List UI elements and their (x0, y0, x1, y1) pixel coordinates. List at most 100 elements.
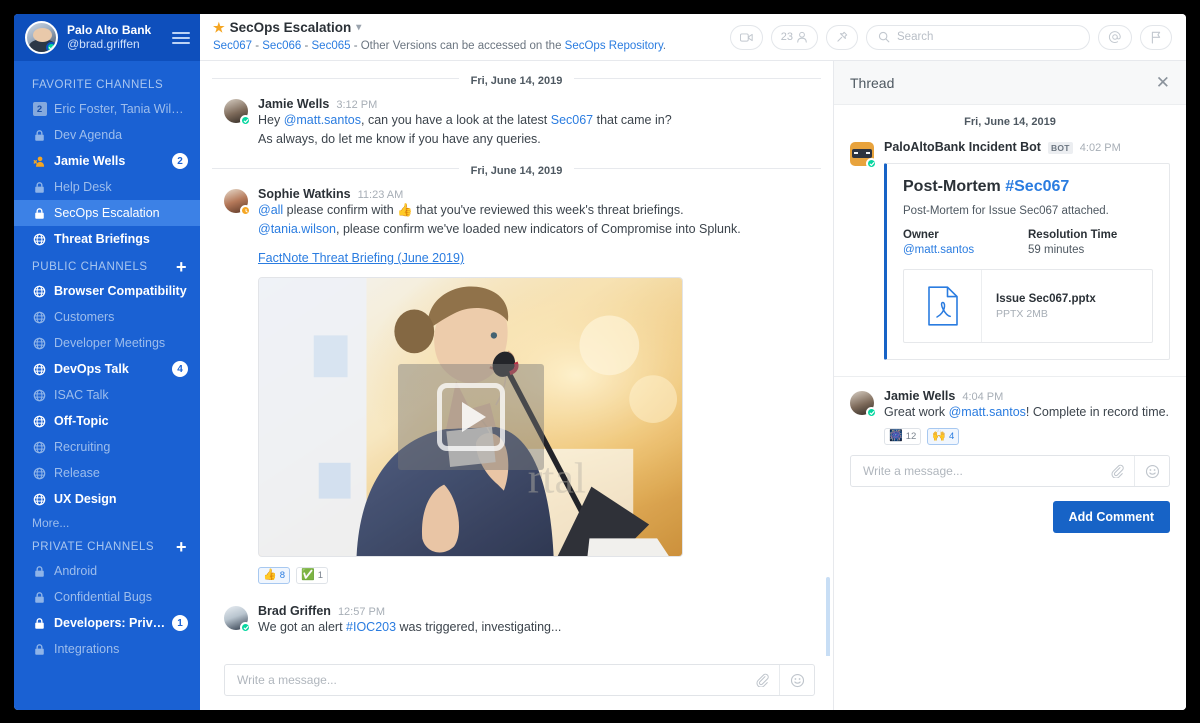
reaction-raised-hands[interactable]: 🙌 4 (927, 428, 960, 445)
reaction-thumbsup[interactable]: 👍 8 (258, 567, 290, 584)
smiley-icon (1145, 464, 1159, 478)
sidebar-item-off-topic[interactable]: Off-Topic (14, 408, 200, 434)
sidebar-item-android[interactable]: Android (14, 558, 200, 584)
sidebar-item-label: UX Design (54, 492, 117, 506)
sidebar-item-label: Threat Briefings (54, 232, 150, 246)
issue-link[interactable]: Sec067 (551, 113, 593, 127)
mention-link-tania[interactable]: @tania.wilson (258, 222, 336, 236)
check-mark-icon: ✅ (301, 569, 315, 581)
sidebar-item-browser-compatibility[interactable]: Browser Compatibility (14, 278, 200, 304)
member-count-button[interactable]: 23 (770, 24, 818, 50)
sidebar-item-integrations[interactable]: Integrations (14, 636, 200, 662)
flag-button[interactable] (1140, 24, 1172, 50)
chevron-down-icon[interactable]: ▾ (356, 22, 361, 35)
sidebar-item-dev-agenda[interactable]: Dev Agenda (14, 122, 200, 148)
lock-icon (35, 207, 44, 219)
play-icon (436, 383, 505, 451)
sidebar-item-secops-escalation[interactable]: SecOps Escalation (14, 200, 200, 226)
sidebar-item-developers-private[interactable]: Developers: Private 1 (14, 610, 200, 636)
sidebar-item-label: Recruiting (54, 440, 111, 454)
sidebar-item-ux-design[interactable]: UX Design (14, 486, 200, 512)
sidebar-item-help-desk[interactable]: Help Desk (14, 174, 200, 200)
mentions-button[interactable] (1098, 24, 1132, 50)
video-attachment[interactable]: rtal (258, 277, 683, 557)
pin-icon (837, 31, 848, 42)
breadcrumb-link-sec065[interactable]: Sec065 (312, 40, 351, 52)
ioc-link[interactable]: #IOC203 (346, 620, 396, 634)
message-text: Great work @matt.santos! Complete in rec… (884, 405, 1170, 419)
globe-icon (33, 467, 46, 479)
dm-count-badge: 2 (32, 102, 47, 116)
sidebar-item-devops-talk[interactable]: DevOps Talk 4 (14, 356, 200, 382)
thread-input-placeholder: Write a message... (863, 464, 963, 478)
sidebar-item-label: Release (54, 466, 100, 480)
file-attachment[interactable]: Issue Sec067.pptx PPTX 2MB (903, 269, 1153, 343)
online-status-icon (866, 407, 877, 418)
breadcrumb-link-sec066[interactable]: Sec066 (262, 40, 301, 52)
team-header[interactable]: Palo Alto Bank @brad.griffen (14, 14, 200, 61)
breadcrumb-link-sec067[interactable]: Sec067 (213, 40, 252, 52)
sidebar-item-eric-foster-tania-wilson[interactable]: 2 Eric Foster, Tania Wilson (14, 96, 200, 122)
date-separator: Fri, June 14, 2019 (200, 71, 833, 87)
reaction-fireworks[interactable]: 🎆 12 (884, 428, 922, 445)
globe-icon (32, 233, 47, 246)
attach-file-button[interactable] (745, 673, 779, 687)
add-comment-button[interactable]: Add Comment (1052, 501, 1170, 533)
message-author: Jamie Wells (258, 97, 330, 111)
breadcrumb-link-repository[interactable]: SecOps Repository (565, 40, 663, 52)
message-text-line2: As always, do let me know if you have an… (258, 132, 541, 146)
globe-icon (33, 311, 46, 323)
sidebar-item-label: Customers (54, 310, 115, 324)
sidebar-item-release[interactable]: Release (14, 460, 200, 486)
reaction-checkmark[interactable]: ✅ 1 (296, 567, 328, 584)
person-away-icon (33, 156, 45, 167)
lock-icon (32, 129, 47, 142)
thread-composer: Write a message... (834, 445, 1186, 487)
channel-header: ★ SecOps Escalation ▾ Sec067 - Sec066 - … (213, 20, 666, 54)
online-status-icon (240, 622, 251, 633)
attach-file-button[interactable] (1100, 464, 1134, 478)
close-icon[interactable]: ✕ (1156, 74, 1170, 91)
mention-link[interactable]: @matt.santos (949, 405, 1026, 419)
pin-button[interactable] (826, 24, 858, 50)
sidebar-item-jamie-wells[interactable]: Jamie Wells 2 (14, 148, 200, 174)
message-time: 4:04 PM (962, 391, 1004, 403)
post-mortem-card: Post-Mortem #Sec067 Post-Mortem for Issu… (884, 163, 1170, 360)
video-play-overlay[interactable] (397, 364, 544, 470)
message-input[interactable]: Write a message... (224, 664, 815, 696)
sidebar-item-confidential-bugs[interactable]: Confidential Bugs (14, 584, 200, 610)
sidebar-item-threat-briefings[interactable]: Threat Briefings (14, 226, 200, 252)
sidebar-item-label: Android (54, 564, 98, 578)
add-channel-icon[interactable]: + (176, 538, 187, 556)
thread-message-input[interactable]: Write a message... (850, 455, 1170, 487)
attachment-title-link[interactable]: FactNote Threat Briefing (June 2019) (258, 251, 464, 265)
lock-icon (35, 129, 44, 141)
mention-link[interactable]: @matt.santos (284, 113, 361, 127)
sidebar-item-recruiting[interactable]: Recruiting (14, 434, 200, 460)
lock-icon (32, 565, 47, 578)
search-input[interactable]: Search (866, 24, 1090, 50)
channel-composer: Write a message... (200, 656, 833, 710)
favorite-star-icon[interactable]: ★ (213, 20, 225, 36)
sidebar-item-label: Developers: Private (54, 616, 166, 630)
emoji-button[interactable] (1135, 464, 1169, 479)
sidebar-item-customers[interactable]: Customers (14, 304, 200, 330)
sidebar-item-label: Dev Agenda (54, 128, 123, 142)
sidebar-item-developer-meetings[interactable]: Developer Meetings (14, 330, 200, 356)
card-title-link[interactable]: #Sec067 (1005, 178, 1069, 195)
sidebar-item-isac-talk[interactable]: ISAC Talk (14, 382, 200, 408)
thumbs-up-icon: 👍 (397, 203, 413, 217)
video-call-button[interactable] (729, 24, 763, 50)
field-value-owner[interactable]: @matt.santos (903, 244, 1028, 256)
emoji-button[interactable] (780, 673, 814, 688)
add-channel-icon[interactable]: + (176, 258, 187, 276)
mention-link-all[interactable]: @all (258, 203, 283, 217)
reaction-count: 12 (905, 431, 917, 442)
message-author: Brad Griffen (258, 604, 331, 618)
online-status-icon (866, 158, 877, 169)
message-scrollbar[interactable] (826, 577, 830, 656)
show-more-channels[interactable]: More... (14, 512, 200, 532)
user-handle: @brad.griffen (67, 36, 140, 51)
hamburger-menu-icon[interactable] (172, 29, 190, 47)
person-away-icon (32, 155, 47, 168)
